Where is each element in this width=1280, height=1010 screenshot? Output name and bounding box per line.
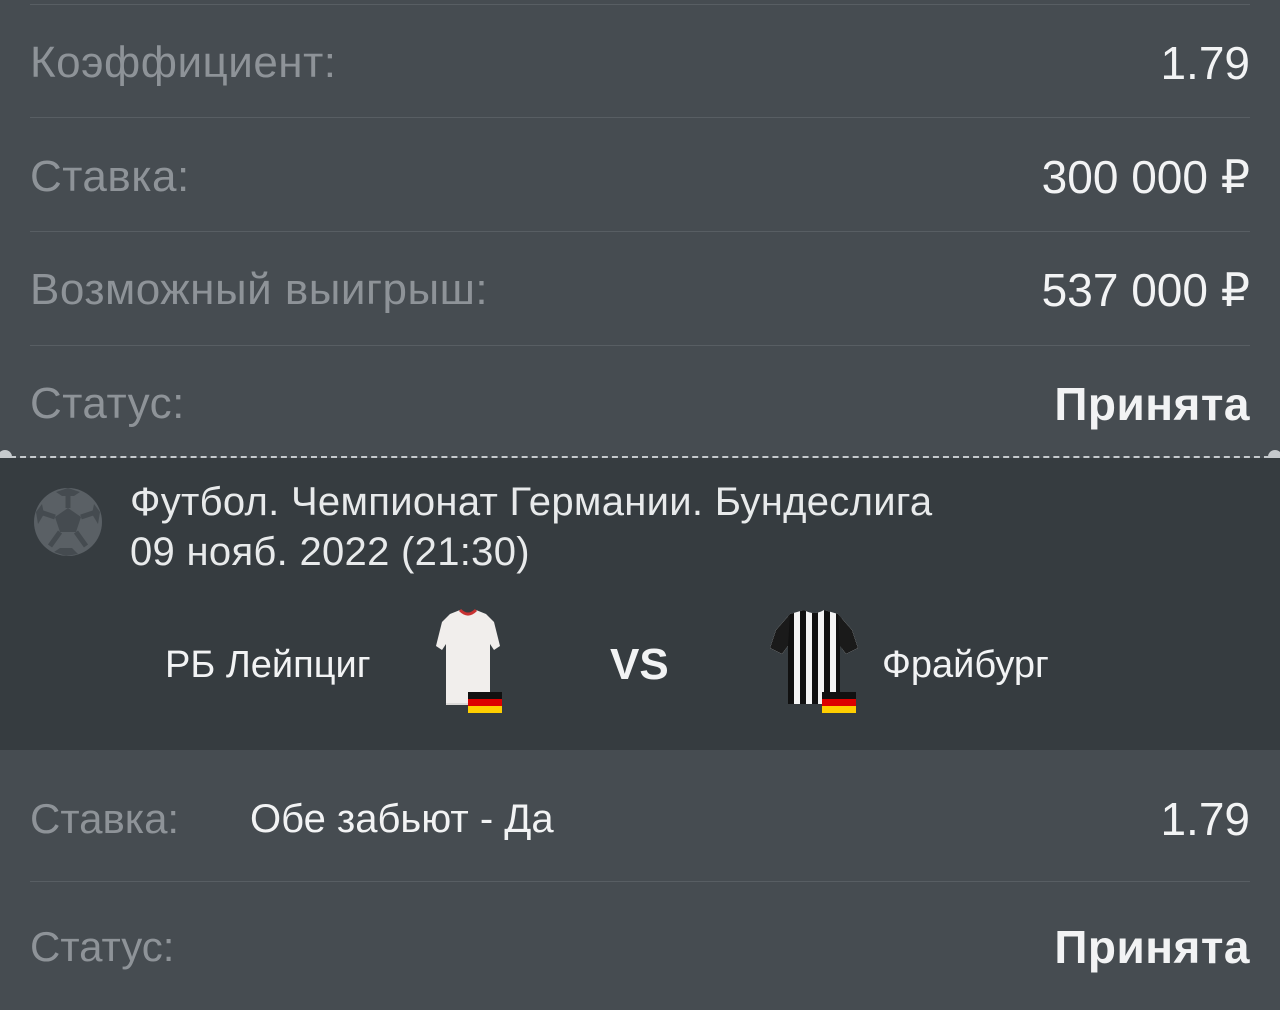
bet-row: Ставка: Обе забьют - Да 1.79	[30, 786, 1250, 852]
top-divider	[30, 4, 1250, 5]
away-kit-icon	[770, 610, 858, 713]
divider	[30, 881, 1250, 882]
football-icon	[34, 488, 102, 556]
stake-label: Ставка:	[30, 152, 190, 201]
possible-win-row: Возможный выигрыш: 537 000 ₽	[30, 257, 1250, 323]
germany-flag-icon	[468, 692, 502, 713]
possible-win-label: Возможный выигрыш:	[30, 265, 489, 314]
event-block: Футбол. Чемпионат Германии. Бундеслига 0…	[0, 458, 1280, 750]
away-team-name: Фрайбург	[882, 644, 1049, 686]
bet-label: Ставка:	[30, 795, 180, 842]
germany-flag-icon	[822, 692, 856, 713]
home-kit-icon	[436, 608, 502, 713]
status-row: Статус: Принята	[30, 371, 1250, 437]
divider	[30, 231, 1250, 232]
event-title: Футбол. Чемпионат Германии. Бундеслига	[130, 480, 933, 524]
status-label: Статус:	[30, 379, 185, 428]
stake-value: 300 000 ₽	[1041, 151, 1250, 203]
bet-status-value: Принята	[1054, 921, 1250, 973]
coefficient-row: Коэффициент: 1.79	[30, 30, 1250, 96]
stake-row: Ставка: 300 000 ₽	[30, 144, 1250, 210]
status-value: Принята	[1054, 378, 1250, 430]
bet-coefficient: 1.79	[1160, 793, 1250, 845]
coefficient-value: 1.79	[1160, 37, 1250, 89]
bet-market: Обе забьют - Да	[250, 796, 554, 841]
divider	[30, 117, 1250, 118]
possible-win-value: 537 000 ₽	[1041, 264, 1250, 316]
coefficient-label: Коэффициент:	[30, 38, 337, 87]
bet-card: Коэффициент: 1.79 Ставка: 300 000 ₽ Возм…	[0, 0, 1280, 1010]
divider	[30, 345, 1250, 346]
event-date: 09 нояб. 2022 (21:30)	[130, 530, 530, 574]
home-team-name: РБ Лейпциг	[165, 644, 371, 686]
bet-status-row: Статус: Принята	[30, 914, 1250, 980]
vs-label: VS	[610, 640, 669, 689]
bet-status-label: Статус:	[30, 923, 175, 970]
